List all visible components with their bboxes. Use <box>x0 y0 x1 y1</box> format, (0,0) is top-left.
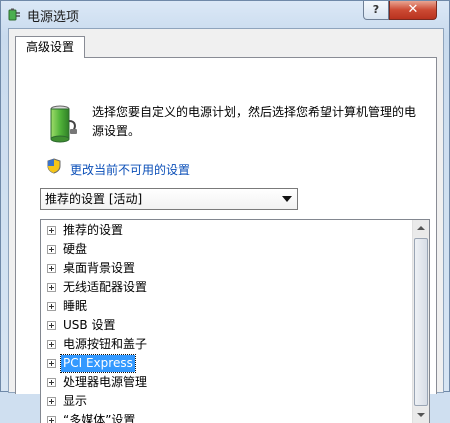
tree-item[interactable]: 显示 <box>41 392 413 411</box>
tree-item-label: 睡眠 <box>63 299 88 313</box>
settings-panel: 选择您要自定义的电源计划，然后选择您希望计算机管理的电源设置。 更改当前不可用的… <box>15 57 437 423</box>
plan-description: 选择您要自定义的电源计划，然后选择您希望计算机管理的电源设置。 <box>92 105 417 138</box>
scroll-down-arrow-icon[interactable] <box>413 407 429 423</box>
chevron-down-icon[interactable] <box>282 196 292 202</box>
change-unavailable-settings-link[interactable]: 更改当前不可用的设置 <box>70 161 190 178</box>
expand-plus-icon[interactable] <box>47 226 56 235</box>
tree-item-label: USB 设置 <box>63 318 116 332</box>
tree-item-label: 处理器电源管理 <box>63 375 148 389</box>
help-button[interactable]: ? <box>363 1 389 20</box>
battery-plan-icon <box>50 105 77 143</box>
expand-plus-icon[interactable] <box>47 264 56 273</box>
expand-plus-icon[interactable] <box>47 340 56 349</box>
vertical-scrollbar[interactable] <box>412 220 429 423</box>
expand-plus-icon[interactable] <box>47 378 56 387</box>
expand-plus-icon[interactable] <box>47 302 56 311</box>
power-plan-select[interactable]: 推荐的设置 [活动] <box>40 188 298 210</box>
tree-item[interactable]: PCI Express <box>41 354 413 373</box>
expand-plus-icon[interactable] <box>47 245 56 254</box>
tree-item[interactable]: 桌面背景设置 <box>41 259 413 278</box>
window-title: 电源选项 <box>27 10 80 25</box>
tree-item[interactable]: 推荐的设置 <box>41 221 413 240</box>
tree-item-label: PCI Express <box>60 354 136 373</box>
power-plan-select-value: 推荐的设置 [活动] <box>45 192 143 206</box>
tree-item-label: 推荐的设置 <box>63 223 124 237</box>
settings-tree[interactable]: 推荐的设置硬盘桌面背景设置 无线适配器设置 睡眠 USB 设置电源按钮和盖子 PCI E… <box>40 219 430 423</box>
tree-item[interactable]: 无线适配器设置 <box>41 278 413 297</box>
uac-shield-icon <box>47 158 61 174</box>
close-button[interactable]: ✕ <box>389 1 437 20</box>
tree-item[interactable]: “多媒体”设置 <box>41 411 413 423</box>
tree-item-label: 硬盘 <box>63 242 88 256</box>
tree-item-label: 电源按钮和盖子 <box>63 337 148 351</box>
scroll-thumb[interactable] <box>414 238 428 406</box>
tree-item-label: “多媒体”设置 <box>63 413 136 423</box>
dialog-body: 高级设置 选择您要自定义的电源计划，然后选择您希望计算机管理的电源设置。 更改当… <box>8 28 444 423</box>
battery-plug-icon <box>8 8 20 21</box>
expand-plus-icon[interactable] <box>47 283 56 292</box>
scroll-up-arrow-icon[interactable] <box>413 220 429 237</box>
tree-item[interactable]: 硬盘 <box>41 240 413 259</box>
tree-item[interactable]: 处理器电源管理 <box>41 373 413 392</box>
power-options-window: 电源选项 ? ✕ 高级设置 选择您要自定义的电源计划，然后选择您希望计算机管理的… <box>0 0 450 423</box>
tree-item-label: 显示 <box>63 394 88 408</box>
tree-item-label: 桌面背景设置 <box>63 261 136 275</box>
tab-advanced-settings[interactable]: 高级设置 <box>15 36 85 58</box>
tree-item[interactable]: 电源按钮和盖子 <box>41 335 413 354</box>
expand-plus-icon[interactable] <box>47 321 56 330</box>
title-bar[interactable]: 电源选项 ? ✕ <box>1 1 450 28</box>
expand-plus-icon[interactable] <box>47 359 56 368</box>
expand-plus-icon[interactable] <box>47 416 56 423</box>
expand-plus-icon[interactable] <box>47 397 56 406</box>
tree-item[interactable]: 睡眠 <box>41 297 413 316</box>
tree-item[interactable]: USB 设置 <box>41 316 413 335</box>
tree-item-label: 无线适配器设置 <box>63 280 148 294</box>
